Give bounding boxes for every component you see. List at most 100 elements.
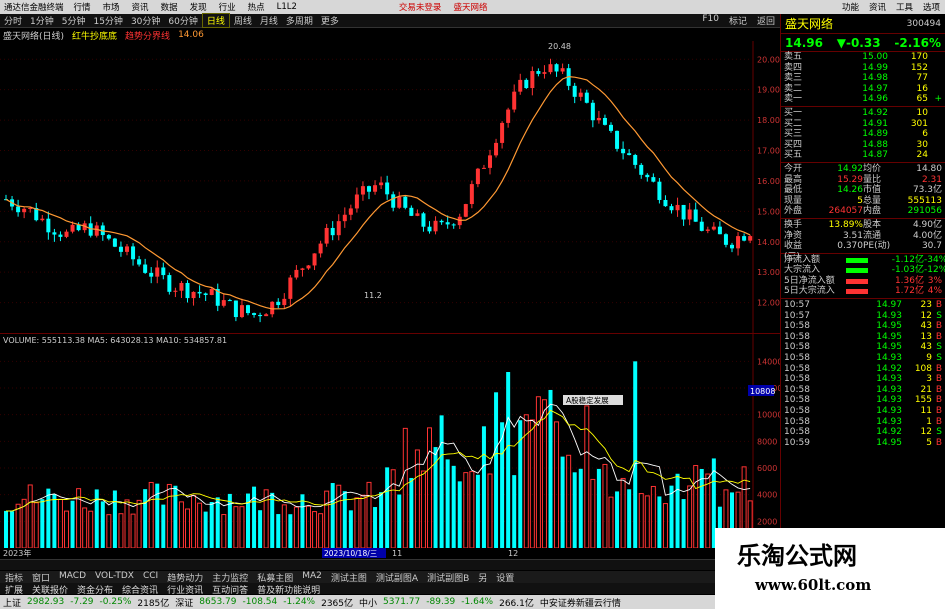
- tooltip-text: A股稳定发展: [566, 395, 609, 405]
- tick-row: 10:57 14.93 12 S: [781, 311, 945, 322]
- kline-chart[interactable]: 20.00 19.00 18.00 17.00 16.00 15.00 14.00 13.00…: [0, 41, 780, 333]
- candle-body: [167, 275, 172, 292]
- volume-bar: [675, 473, 680, 548]
- period-multi[interactable]: 多周期: [282, 14, 317, 27]
- sh-label[interactable]: 上证: [3, 596, 21, 609]
- period-1min[interactable]: 1分钟: [26, 14, 58, 27]
- order-label: 买三: [784, 129, 803, 140]
- candle-body: [282, 298, 287, 306]
- tick-row: 10:58 14.93 21 B: [781, 385, 945, 396]
- indicator-tab-6[interactable]: 主力监控: [209, 571, 251, 584]
- order-label: 买四: [784, 139, 803, 150]
- menu-discover[interactable]: 发现: [184, 1, 213, 13]
- period-more[interactable]: 更多: [317, 14, 343, 27]
- back-button[interactable]: 返回: [752, 14, 780, 27]
- menu-tools[interactable]: 工具: [891, 1, 918, 13]
- menu-industry[interactable]: 行业: [213, 1, 242, 13]
- flow-pct: 3%: [927, 275, 942, 286]
- period-weekly[interactable]: 周线: [230, 14, 256, 27]
- indicator-tab-1[interactable]: 窗口: [29, 571, 53, 584]
- indicator-tab-2[interactable]: MACD: [56, 571, 89, 583]
- stat-value: 4.00亿: [912, 230, 942, 241]
- period-60min[interactable]: 60分钟: [164, 14, 201, 27]
- extension-tab-5[interactable]: 互动问答: [209, 583, 251, 596]
- extension-tab-1[interactable]: 关联报价: [29, 583, 71, 596]
- stock-period-label: 盛天网络(日线): [3, 31, 65, 42]
- candle-body: [239, 305, 244, 318]
- candle-body: [711, 226, 716, 230]
- order-label: 卖五: [784, 52, 803, 62]
- flow-pct: 4%: [927, 286, 942, 297]
- candle-body: [112, 238, 117, 247]
- tick-row: 10:58 14.93 11 B: [781, 406, 945, 417]
- f10-button[interactable]: F10: [697, 14, 724, 27]
- mark-button[interactable]: 标记: [724, 14, 752, 27]
- sz-label[interactable]: 深证: [175, 596, 193, 609]
- candle-body: [391, 194, 396, 208]
- extension-tab-3[interactable]: 综合资讯: [119, 583, 161, 596]
- indicator-tab-12[interactable]: 另: [475, 571, 490, 584]
- period-30min[interactable]: 30分钟: [127, 14, 164, 27]
- period-daily[interactable]: 日线: [201, 13, 230, 28]
- menu-function[interactable]: 功能: [837, 1, 864, 13]
- indicator-tab-5[interactable]: 趋势动力: [164, 571, 206, 584]
- menu-info[interactable]: 资讯: [864, 1, 891, 13]
- volume-chart[interactable]: VOLUME: 555113.38 MA5: 643028.13 MA10: 5…: [0, 334, 780, 558]
- indicator-tab-8[interactable]: MA2: [299, 571, 325, 583]
- period-timeshare[interactable]: 分时: [0, 14, 26, 27]
- tick-row: 10:58 14.93 3 B: [781, 374, 945, 385]
- menu-market[interactable]: 市场: [97, 1, 126, 13]
- indicator-tab-13[interactable]: 设置: [493, 571, 517, 584]
- indicator-tab-10[interactable]: 测试副图A: [373, 571, 421, 584]
- broker-name: 中安证券新疆云行情: [539, 598, 621, 609]
- flow-pct: -12%: [924, 265, 945, 276]
- period-15min[interactable]: 15分钟: [89, 14, 126, 27]
- indicator-tab-11[interactable]: 测试副图B: [424, 571, 472, 584]
- volume-bar: [379, 492, 384, 548]
- menu-l1l2[interactable]: L1L2: [271, 2, 303, 12]
- flow-value: -1.03亿: [891, 265, 924, 276]
- stat-value: 555113: [907, 195, 942, 206]
- volume-bar: [578, 468, 583, 548]
- sell-order-row: 卖三 14.98 77: [781, 73, 945, 84]
- candle-body: [318, 243, 323, 254]
- tick-side: S: [936, 342, 942, 353]
- candle-body: [403, 196, 408, 208]
- indicator-tab-9[interactable]: 测试主图: [328, 571, 370, 584]
- tick-side: B: [935, 331, 942, 342]
- indicator-tab-3[interactable]: VOL-TDX: [92, 571, 137, 583]
- flow-bar: [846, 289, 868, 295]
- tick-row: 10:58 14.93 1 B: [781, 417, 945, 428]
- indicator-tab-7[interactable]: 私募主图: [254, 571, 296, 584]
- menu-data[interactable]: 数据: [155, 1, 184, 13]
- menu-quotes[interactable]: 行情: [68, 1, 97, 13]
- order-price: 14.96: [862, 94, 888, 105]
- indicator-tab-4[interactable]: CCI: [140, 571, 161, 583]
- menu-news[interactable]: 资讯: [126, 1, 155, 13]
- volume-bar: [70, 500, 75, 548]
- order-volume: 10: [916, 107, 928, 118]
- period-5min[interactable]: 5分钟: [58, 14, 90, 27]
- period-monthly[interactable]: 月线: [256, 14, 282, 27]
- volume-bar: [4, 510, 8, 548]
- stat-label: 最低: [784, 185, 803, 196]
- order-flag: [928, 140, 942, 151]
- candle-body: [512, 91, 517, 110]
- flow-label: 净流入额: [784, 254, 821, 265]
- extension-tab-2[interactable]: 资金分布: [74, 583, 116, 596]
- menu-options[interactable]: 选项: [918, 1, 945, 13]
- zx-label[interactable]: 中小: [359, 596, 377, 609]
- tick-time: 10:58: [784, 384, 810, 395]
- candle-body: [143, 264, 148, 273]
- flow-value: 1.36亿: [894, 275, 924, 286]
- extension-tab-0[interactable]: 扩展: [2, 583, 26, 596]
- price-axis-label: 19.00: [757, 86, 780, 95]
- extension-tab-6[interactable]: 普及新功能说明: [254, 583, 323, 596]
- stat-label: 总量: [863, 195, 882, 206]
- volume-bar: [203, 511, 208, 548]
- extension-tab-4[interactable]: 行业资讯: [164, 583, 206, 596]
- volume-bar: [40, 499, 45, 548]
- menu-hotspot[interactable]: 热点: [242, 1, 271, 13]
- trade-login[interactable]: 交易未登录: [393, 1, 448, 13]
- indicator-tab-0[interactable]: 指标: [2, 571, 26, 584]
